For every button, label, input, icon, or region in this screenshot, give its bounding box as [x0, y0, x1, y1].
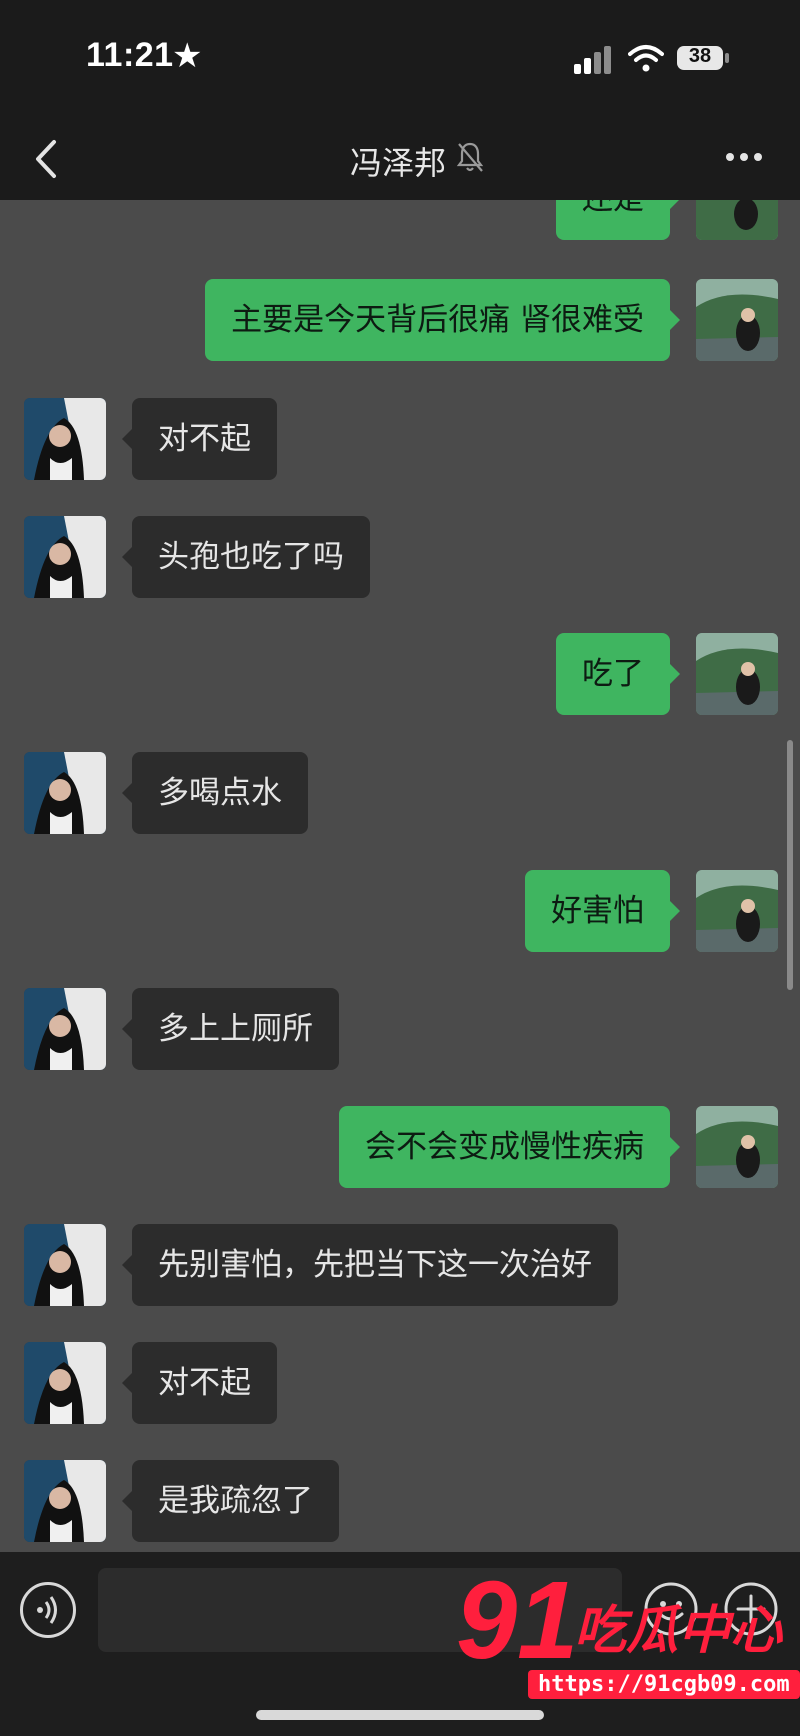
contact-avatar[interactable]	[24, 752, 106, 834]
back-icon[interactable]	[28, 134, 68, 184]
status-time: 11:21	[86, 36, 174, 74]
battery-icon: 38	[676, 44, 730, 72]
wifi-icon	[628, 45, 664, 72]
message-row-sent: 还是	[0, 200, 800, 240]
watermark-number: 91	[456, 1559, 579, 1682]
voice-icon	[37, 1596, 57, 1624]
watermark: 91 吃瓜中心 https://91cgb09.com	[456, 1559, 800, 1716]
message-bubble-received[interactable]: 多喝点水	[122, 752, 308, 834]
top-bar: 11:21 ★ 38 冯泽邦	[0, 0, 800, 200]
chat-screen: 11:21 ★ 38 冯泽邦 主要是今天背后很痛 肾很难受 对不起 头孢也吃了吗…	[0, 0, 800, 1736]
my-avatar[interactable]	[696, 633, 778, 715]
message-row-sent: 主要是今天背后很痛 肾很难受	[0, 279, 800, 361]
message-bubble-sent[interactable]: 还是	[556, 200, 680, 240]
message-row-sent: 吃了	[0, 633, 800, 715]
message-row-received: 对不起	[0, 398, 800, 480]
more-options-icon[interactable]	[724, 142, 764, 172]
message-row-sent: 好害怕	[0, 870, 800, 952]
message-row-received: 头孢也吃了吗	[0, 516, 800, 598]
message-bubble-received[interactable]: 头孢也吃了吗	[122, 516, 370, 598]
message-row-received: 多上上厕所	[0, 988, 800, 1070]
scrollbar[interactable]	[787, 740, 793, 990]
watermark-url: https://91cgb09.com	[528, 1670, 800, 1699]
voice-input-button[interactable]	[20, 1582, 76, 1638]
cellular-signal-icon	[574, 44, 614, 74]
contact-avatar[interactable]	[24, 988, 106, 1070]
watermark-brand: 吃瓜中心	[574, 1601, 783, 1661]
my-avatar[interactable]	[696, 200, 778, 240]
message-bubble-received[interactable]: 先别害怕，先把当下这一次治好	[122, 1224, 618, 1306]
message-bubble-sent[interactable]: 会不会变成慢性疾病	[339, 1106, 680, 1188]
contact-avatar[interactable]	[24, 398, 106, 480]
message-list[interactable]: 还是 主要是今天背后很痛 肾很难受 对不起 头孢也吃了吗	[0, 200, 800, 1552]
message-bubble-sent[interactable]: 吃了	[556, 633, 680, 715]
contact-avatar[interactable]	[24, 516, 106, 598]
my-avatar[interactable]	[696, 279, 778, 361]
contact-avatar[interactable]	[24, 1460, 106, 1542]
message-bubble-received[interactable]: 多上上厕所	[122, 988, 339, 1070]
message-row-received: 对不起	[0, 1342, 800, 1424]
battery-level: 38	[688, 45, 712, 67]
message-row-received: 先别害怕，先把当下这一次治好	[0, 1224, 800, 1306]
message-bubble-sent[interactable]: 好害怕	[525, 870, 680, 952]
status-bar: 11:21 ★ 38	[0, 0, 800, 110]
chat-navbar: 冯泽邦	[0, 120, 800, 200]
contact-avatar[interactable]	[24, 1342, 106, 1424]
mute-bell-icon	[456, 142, 484, 172]
message-bubble-received[interactable]: 是我疏忽了	[122, 1460, 339, 1542]
message-bubble-received[interactable]: 对不起	[122, 1342, 277, 1424]
message-bubble-received[interactable]: 对不起	[122, 398, 277, 480]
message-row-received: 多喝点水	[0, 752, 800, 834]
my-avatar[interactable]	[696, 1106, 778, 1188]
message-row-received: 是我疏忽了	[0, 1460, 800, 1542]
my-avatar[interactable]	[696, 870, 778, 952]
message-row-sent: 会不会变成慢性疾病	[0, 1106, 800, 1188]
star-icon: ★	[172, 36, 203, 76]
message-bubble-sent[interactable]: 主要是今天背后很痛 肾很难受	[205, 279, 680, 361]
chat-title: 冯泽邦	[350, 144, 447, 182]
contact-avatar[interactable]	[24, 1224, 106, 1306]
